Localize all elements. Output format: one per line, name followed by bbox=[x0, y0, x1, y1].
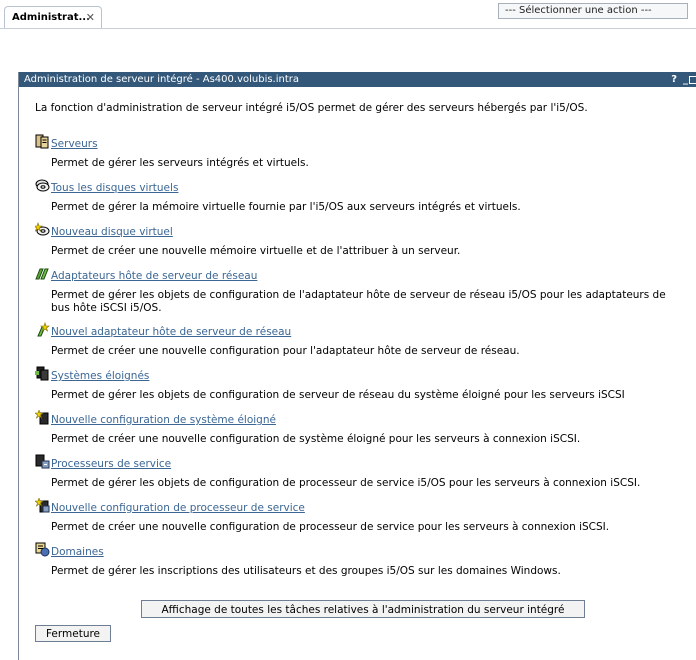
task-desc-service-processors: Permet de gérer les objets de configurat… bbox=[51, 477, 641, 489]
domains-icon bbox=[35, 542, 50, 557]
task-desc-domains: Permet de gérer les inscriptions des uti… bbox=[51, 565, 561, 577]
new-virtual-disk-icon bbox=[35, 222, 50, 236]
new-service-processor-icon bbox=[35, 498, 50, 513]
top-bar: Administrat... ✕ --- Sélectionner une ac… bbox=[0, 0, 696, 30]
task-desc-new-remote-system: Permet de créer une nouvelle configurati… bbox=[51, 433, 581, 445]
task-link-new-remote-system[interactable]: Nouvelle configuration de système éloign… bbox=[51, 414, 276, 426]
intro-text: La fonction d'administration de serveur … bbox=[35, 102, 588, 114]
help-icon[interactable]: ? bbox=[671, 72, 677, 87]
task-link-new-network-adapter[interactable]: Nouvel adaptateur hôte de serveur de rés… bbox=[51, 326, 291, 338]
action-select[interactable]: --- Sélectionner une action --- bbox=[498, 3, 688, 19]
network-adapter-icon bbox=[35, 268, 49, 280]
task-desc-network-adapters: Permet de gérer les objets de configurat… bbox=[51, 289, 666, 301]
portlet-title: Administration de serveur intégré - As40… bbox=[24, 74, 300, 85]
task-desc-new-network-adapter: Permet de créer une nouvelle configurati… bbox=[51, 345, 520, 357]
task-desc-servers: Permet de gérer les serveurs intégrés et… bbox=[51, 157, 309, 169]
portlet-title-bar: Administration de serveur intégré - As40… bbox=[19, 72, 696, 87]
task-desc-remote-systems: Permet de gérer les objets de configurat… bbox=[51, 389, 625, 401]
task-link-servers[interactable]: Serveurs bbox=[51, 138, 98, 150]
tab-strip-divider bbox=[0, 28, 696, 29]
task-desc-new-virtual-disk: Permet de créer une nouvelle mémoire vir… bbox=[51, 245, 461, 257]
virtual-disks-icon bbox=[35, 179, 50, 192]
new-network-adapter-icon bbox=[37, 322, 50, 337]
tab-administration[interactable]: Administrat... ✕ bbox=[4, 6, 102, 28]
server-icon bbox=[35, 134, 49, 149]
portlet: Administration de serveur intégré - As40… bbox=[18, 72, 696, 660]
tab-label: Administrat... bbox=[12, 12, 90, 23]
task-link-service-processors[interactable]: Processeurs de service bbox=[51, 458, 171, 470]
minimize-icon[interactable]: _ bbox=[683, 72, 688, 87]
task-link-virtual-disks[interactable]: Tous les disques virtuels bbox=[51, 182, 178, 194]
close-icon[interactable]: ✕ bbox=[86, 7, 95, 29]
task-desc-new-service-processor: Permet de créer une nouvelle configurati… bbox=[51, 521, 610, 533]
task-desc-network-adapters-cont: bus hôte iSCSI i5/OS. bbox=[51, 302, 162, 314]
task-link-new-virtual-disk[interactable]: Nouveau disque virtuel bbox=[51, 226, 173, 238]
service-processor-icon bbox=[35, 454, 50, 469]
close-button[interactable]: Fermeture bbox=[35, 625, 111, 642]
task-link-network-adapters[interactable]: Adaptateurs hôte de serveur de réseau bbox=[51, 270, 257, 282]
task-link-domains[interactable]: Domaines bbox=[51, 546, 104, 558]
task-link-remote-systems[interactable]: Systèmes éloignés bbox=[51, 370, 149, 382]
maximize-icon[interactable] bbox=[689, 76, 696, 84]
task-link-new-service-processor[interactable]: Nouvelle configuration de processeur de … bbox=[51, 502, 305, 514]
new-remote-system-icon bbox=[35, 410, 49, 425]
remote-systems-icon bbox=[35, 366, 49, 381]
task-desc-virtual-disks: Permet de gérer la mémoire virtuelle fou… bbox=[51, 201, 521, 213]
show-all-tasks-button[interactable]: Affichage de toutes les tâches relatives… bbox=[141, 600, 585, 618]
